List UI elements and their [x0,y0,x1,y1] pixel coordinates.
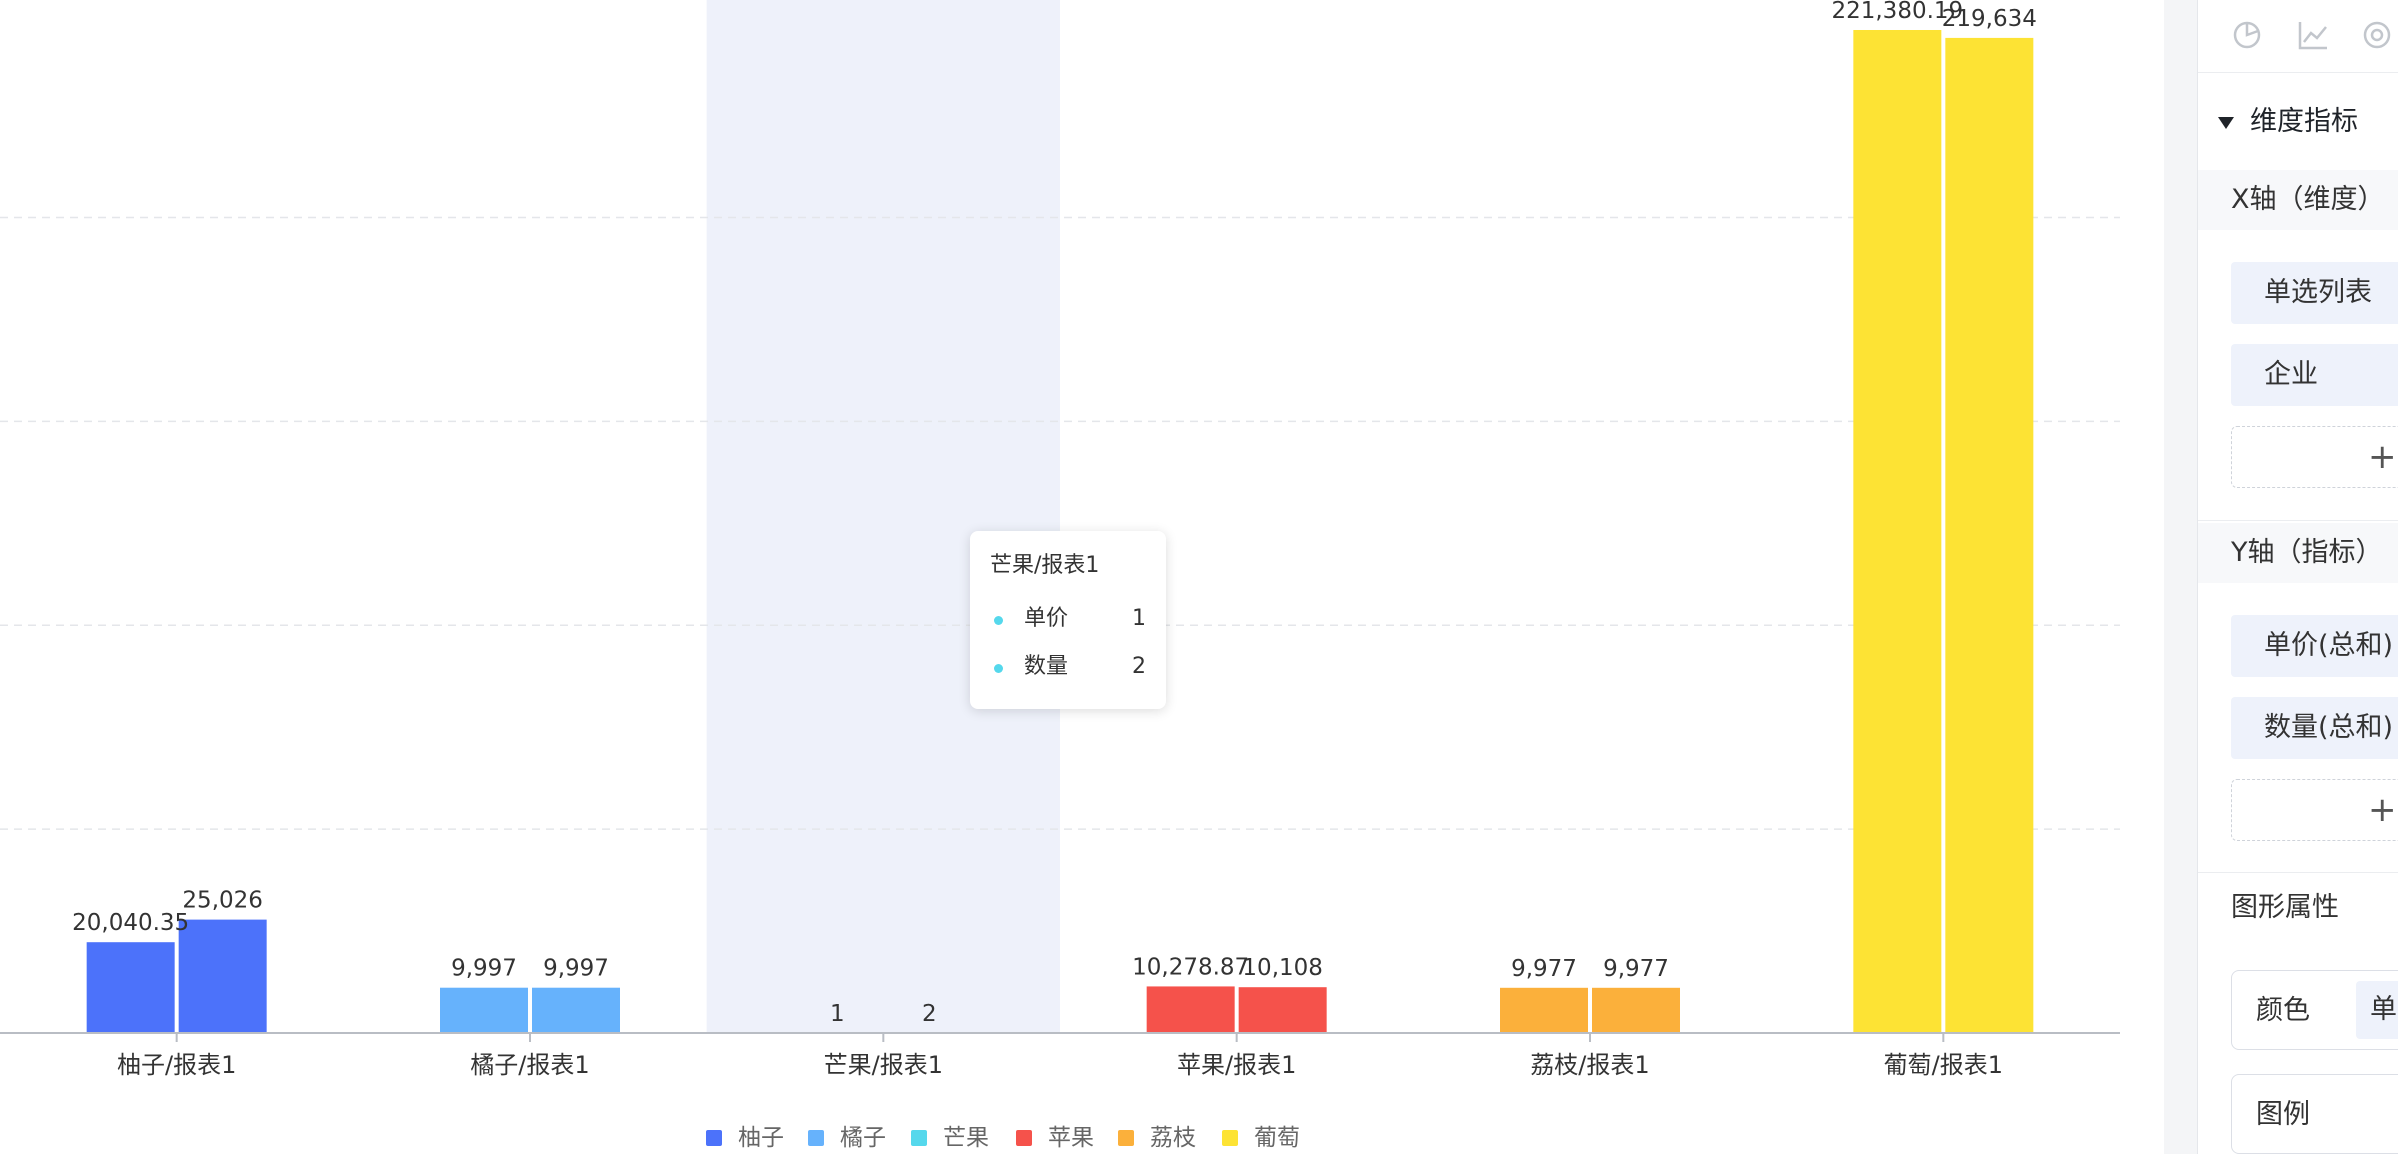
pie-chart-icon[interactable] [2230,18,2264,52]
tooltip-row-price: 单价 1 [990,595,1146,643]
caret-down-icon [2218,117,2234,129]
y-axis-field-quantity-sum[interactable]: 数量(总和) [2231,697,2398,759]
y-axis-field-price-sum[interactable]: 单价(总和) [2231,615,2398,677]
color-select[interactable]: 单 [2356,981,2398,1039]
plus-icon: + [2368,435,2397,479]
bar-value-label: 20,040.35 [72,910,189,936]
legend-label: 柚子 [738,1120,784,1156]
section-title: 维度指标 [2250,100,2358,144]
x-axis-tick-label: 苹果/报表1 [1177,1051,1296,1079]
bar-value-label: 2 [922,1001,937,1027]
tooltip-dot-icon [994,616,1003,625]
x-axis-add-button[interactable]: + [2231,426,2398,488]
tooltip-row-label: 数量 [1024,654,1068,679]
bar [532,988,620,1033]
graph-properties-title: 图形属性 [2231,884,2339,932]
legend-swatch [1118,1130,1134,1146]
y-axis-header: Y轴（指标） [2198,523,2398,583]
bar-value-label: 10,278.87 [1132,954,1249,980]
divider-line [2198,872,2398,873]
legend-setting-label: 图例 [2256,1092,2310,1131]
x-axis-tick-label: 葡萄/报表1 [1884,1051,2003,1079]
legend-swatch [808,1130,824,1146]
divider-line [2198,72,2398,73]
x-axis-tick-label: 橘子/报表1 [470,1051,589,1079]
tooltip-row-value: 2 [1132,643,1146,691]
line-chart-icon[interactable] [2296,18,2330,52]
legend-label: 橘子 [840,1120,886,1156]
bar [179,920,267,1033]
legend-label: 芒果 [943,1120,989,1156]
x-axis-tick-label: 荔枝/报表1 [1530,1051,1649,1079]
bar-value-label: 9,997 [451,956,517,982]
tooltip-row-value: 1 [1132,595,1146,643]
chart-area: 柚子/报表1 橘子/报表1 芒果/报表1 苹果/报表1 荔枝/报表1 葡萄/报表1 20,… [0,0,2164,1154]
legend-label: 荔枝 [1150,1120,1196,1156]
hover-highlight-band [707,0,1060,1033]
bar [1147,986,1235,1033]
panel-divider[interactable] [2164,0,2197,1154]
x-axis-field-company[interactable]: 企业 [2231,344,2398,406]
color-label: 颜色 [2256,988,2310,1027]
bar-value-label: 219,634 [1942,6,2037,32]
bar-value-label: 25,026 [182,888,262,914]
color-property[interactable]: 颜色 单 [2231,970,2398,1050]
legend-swatch [1222,1130,1238,1146]
legend-swatch [1016,1130,1032,1146]
bar [1945,38,2033,1033]
bar-value-label: 9,977 [1511,956,1577,982]
bar-value-label: 9,977 [1603,956,1669,982]
x-axis-header: X轴（维度） [2198,170,2398,230]
donut-chart-icon[interactable] [2360,18,2394,52]
bar [1592,988,1680,1033]
legend-property[interactable]: 图例 [2231,1074,2398,1154]
x-axis-field-single-select[interactable]: 单选列表 [2231,262,2398,324]
legend-swatch [911,1130,927,1146]
tooltip-row-label: 单价 [1024,606,1068,631]
legend-label: 葡萄 [1254,1120,1300,1156]
chart-tooltip: 芒果/报表1 单价 1 数量 2 [970,531,1166,709]
plus-icon: + [2368,788,2397,832]
settings-panel: 维度指标 X轴（维度） 单选列表 企业 + Y轴（指标） 单价(总和) 数量(总… [2197,0,2398,1154]
legend-label: 苹果 [1048,1120,1094,1156]
tooltip-dot-icon [994,664,1003,673]
x-axis-tick-label: 芒果/报表1 [824,1051,943,1079]
bar [87,942,175,1033]
bar [1239,987,1327,1033]
bar [1500,988,1588,1033]
divider-line [2198,520,2398,521]
bar-value-label: 1 [830,1001,845,1027]
x-axis-tick-label: 柚子/报表1 [117,1051,236,1079]
chart-legend: 柚子 橘子 芒果 苹果 荔枝 葡萄 [0,1120,2164,1156]
bar-value-label: 9,997 [543,956,609,982]
bar [1853,30,1941,1033]
tooltip-row-quantity: 数量 2 [990,643,1146,691]
bar-value-label: 10,108 [1242,955,1322,981]
bar [440,988,528,1033]
y-axis-add-button[interactable]: + [2231,779,2398,841]
legend-swatch [706,1130,722,1146]
tooltip-title: 芒果/报表1 [990,549,1146,583]
